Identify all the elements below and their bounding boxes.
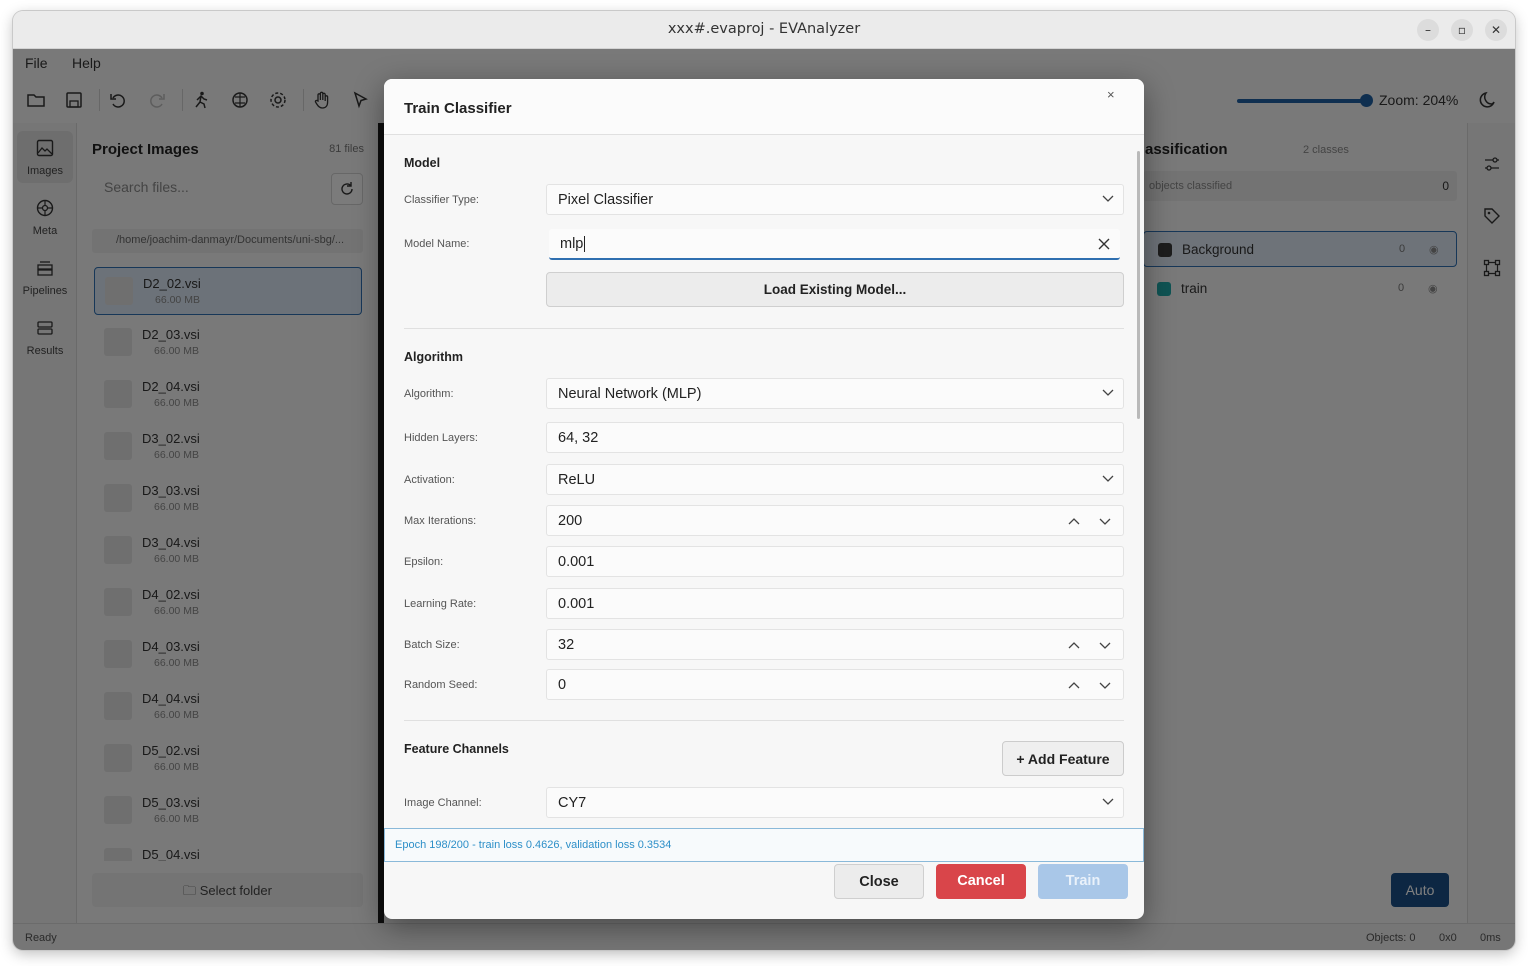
train-button[interactable]: Train bbox=[1038, 864, 1128, 899]
random-seed-label: Random Seed: bbox=[404, 679, 478, 691]
hidden-layers-label: Hidden Layers: bbox=[404, 432, 478, 444]
dialog-scrollbar[interactable] bbox=[1137, 151, 1140, 419]
classifier-type-label: Classifier Type: bbox=[404, 194, 479, 206]
learning-rate-input[interactable]: 0.001 bbox=[546, 588, 1124, 619]
cancel-button[interactable]: Cancel bbox=[936, 864, 1026, 899]
activation-label: Activation: bbox=[404, 474, 455, 486]
model-name-input[interactable]: mlp bbox=[549, 229, 1120, 260]
chevron-down-icon bbox=[1102, 195, 1114, 202]
epsilon-label: Epsilon: bbox=[404, 556, 444, 568]
model-name-label: Model Name: bbox=[404, 238, 470, 250]
algorithm-label: Algorithm: bbox=[404, 388, 454, 400]
dialog-title: Train Classifier bbox=[404, 100, 512, 117]
learning-rate-label: Learning Rate: bbox=[404, 598, 477, 610]
train-classifier-dialog: Train Classifier × Model Classifier Type… bbox=[384, 79, 1144, 919]
algorithm-section-title: Algorithm bbox=[404, 350, 464, 364]
spin-arrows-icon[interactable] bbox=[1067, 637, 1117, 653]
title-bar: xxx#.evaproj - EVAnalyzer – ▫ ✕ bbox=[13, 11, 1515, 49]
algorithm-select[interactable]: Neural Network (MLP) bbox=[546, 378, 1124, 409]
max-iterations-spinbox[interactable]: 200 bbox=[546, 505, 1124, 536]
chevron-down-icon bbox=[1102, 798, 1114, 805]
epsilon-input[interactable]: 0.001 bbox=[546, 546, 1124, 577]
random-seed-spinbox[interactable]: 0 bbox=[546, 669, 1124, 700]
image-channel-select[interactable]: CY7 bbox=[546, 787, 1124, 818]
activation-select[interactable]: ReLU bbox=[546, 464, 1124, 495]
chevron-down-icon bbox=[1102, 389, 1114, 396]
chevron-down-icon bbox=[1102, 475, 1114, 482]
add-feature-button[interactable]: + Add Feature bbox=[1002, 741, 1124, 776]
close-window-button[interactable]: ✕ bbox=[1485, 19, 1507, 41]
model-section-title: Model bbox=[404, 156, 441, 170]
window-title: xxx#.evaproj - EVAnalyzer bbox=[667, 21, 861, 37]
batch-size-label: Batch Size: bbox=[404, 639, 460, 651]
load-existing-model-button[interactable]: Load Existing Model... bbox=[546, 272, 1124, 307]
minimize-button[interactable]: – bbox=[1417, 19, 1439, 41]
feature-channels-section-title: Feature Channels bbox=[404, 742, 509, 756]
hidden-layers-input[interactable]: 64, 32 bbox=[546, 422, 1124, 453]
clear-x-icon[interactable] bbox=[1097, 237, 1111, 251]
spin-arrows-icon[interactable] bbox=[1067, 513, 1117, 529]
training-progress-text: Epoch 198/200 - train loss 0.4626, valid… bbox=[384, 828, 1144, 862]
dialog-header: Train Classifier × bbox=[384, 79, 1144, 135]
classifier-type-select[interactable]: Pixel Classifier bbox=[546, 184, 1124, 215]
image-channel-label: Image Channel: bbox=[404, 797, 482, 809]
maximize-button[interactable]: ▫ bbox=[1451, 19, 1473, 41]
max-iterations-label: Max Iterations: bbox=[404, 515, 477, 527]
batch-size-spinbox[interactable]: 32 bbox=[546, 629, 1124, 660]
dialog-close-icon[interactable]: × bbox=[1107, 87, 1115, 102]
spin-arrows-icon[interactable] bbox=[1067, 677, 1117, 693]
close-button[interactable]: Close bbox=[834, 864, 924, 899]
